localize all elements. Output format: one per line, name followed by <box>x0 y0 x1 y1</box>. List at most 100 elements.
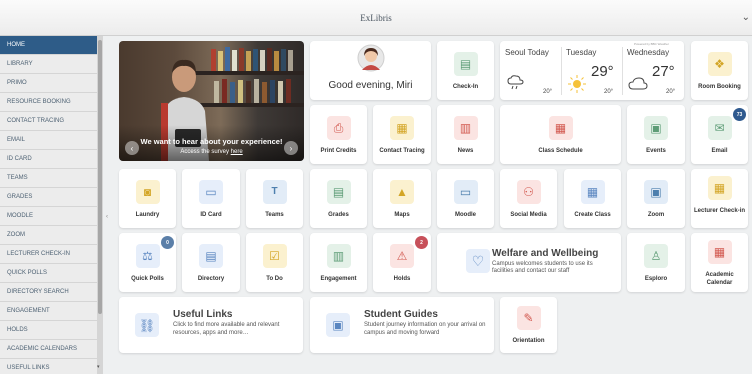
book <box>246 51 251 71</box>
nav-item-engagement[interactable]: ENGAGEMENT <box>0 302 97 321</box>
nav-item-library[interactable]: LIBRARY <box>0 55 97 74</box>
nav-item-lecturer-check-in[interactable]: LECTURER CHECK-IN <box>0 245 97 264</box>
tile-laundry[interactable]: ◙ Laundry <box>119 169 176 228</box>
nav-item-resource-booking[interactable]: RESOURCE BOOKING <box>0 93 97 112</box>
tile-label: Maps <box>394 212 410 218</box>
survey-carousel[interactable]: We want to hear about your experience! A… <box>119 41 304 161</box>
book <box>230 82 235 103</box>
tile-label: Social Media <box>510 212 547 218</box>
tile-check-in[interactable]: ▤ Check-In <box>437 41 494 100</box>
tile-moodle[interactable]: ▭ Moodle <box>437 169 494 228</box>
nav-item-id-card[interactable]: ID CARD <box>0 150 97 169</box>
nav-item-quick-polls[interactable]: QUICK POLLS <box>0 264 97 283</box>
teams-icon: T <box>262 180 287 204</box>
nav-item-academic-calendars[interactable]: ACADEMIC CALENDARS <box>0 340 97 359</box>
tile-academic-calendar[interactable]: ▦ Academic Calendar <box>691 233 748 292</box>
tile-teams[interactable]: T Teams <box>246 169 303 228</box>
book <box>260 50 265 71</box>
nav-item-primo[interactable]: PRIMO <box>0 74 97 93</box>
collapse-sidebar-icon[interactable]: ‹ <box>106 214 108 220</box>
tile-room-booking[interactable]: ❖ Room Booking <box>691 41 748 100</box>
carousel-next-button[interactable]: › <box>284 141 298 155</box>
book <box>288 50 293 71</box>
tile-label: Laundry <box>135 212 160 218</box>
guide-book-icon: ▣ <box>326 313 350 337</box>
tile-social-media[interactable]: ⚇ Social Media <box>500 169 557 228</box>
tile-news[interactable]: ▥ News <box>437 105 494 164</box>
tile-grades[interactable]: ▤ Grades <box>310 169 367 228</box>
tile-email[interactable]: ✉ Email 73 <box>691 105 748 164</box>
tile-label: Directory <box>197 276 225 282</box>
nav-item-holds[interactable]: HOLDS <box>0 321 97 340</box>
nav-item-home[interactable]: HOME <box>0 36 97 55</box>
video-camera-icon: ▣ <box>644 180 668 204</box>
tile-events[interactable]: ▣ Events <box>627 105 685 164</box>
survey-link[interactable]: here <box>231 149 243 155</box>
tile-orientation[interactable]: ✎ Orientation <box>500 297 557 353</box>
tile-label: Room Booking <box>698 84 741 90</box>
nav-item-grades[interactable]: GRADES <box>0 188 97 207</box>
tile-quick-polls[interactable]: ⚖ Quick Polls 0 <box>119 233 176 292</box>
tile-label: Lecturer Check-in <box>693 208 745 214</box>
social-media-icon: ⚇ <box>516 180 541 204</box>
tile-holds[interactable]: ⚠ Holds 2 <box>373 233 431 292</box>
book <box>239 48 244 71</box>
tile-engagement[interactable]: ▥ Engagement <box>310 233 367 292</box>
avatar <box>357 44 385 72</box>
tile-welfare-wellbeing[interactable]: ♡ Welfare and Wellbeing Campus welcomes … <box>437 233 621 292</box>
nav-item-moodle[interactable]: MOODLE <box>0 207 97 226</box>
subcaption-text: Access the survey <box>180 149 231 155</box>
tile-label: ID Card <box>200 212 222 218</box>
events-calendar-icon: ▣ <box>644 116 668 140</box>
holds-count-badge: 2 <box>415 236 428 249</box>
tile-label: Class Schedule <box>538 148 583 154</box>
carousel-caption: We want to hear about your experience! <box>140 137 283 146</box>
warning-icon: ⚠ <box>390 244 414 268</box>
scroll-down-arrow-icon[interactable]: ▾ <box>97 364 100 370</box>
nav-item-directory-search[interactable]: DIRECTORY SEARCH <box>0 283 97 302</box>
sidebar-scrollbar-thumb[interactable] <box>98 40 102 314</box>
map-icon: ▲ <box>390 180 414 204</box>
tile-esploro[interactable]: ♙ Esploro <box>627 233 685 292</box>
carousel-prev-button[interactable]: ‹ <box>125 141 139 155</box>
academic-calendar-icon: ▦ <box>707 240 732 264</box>
carousel-subcaption: Access the survey here <box>119 149 304 155</box>
tile-label: Grades <box>328 212 349 218</box>
tile-useful-links[interactable]: ⛓ Useful Links Click to find more availa… <box>119 297 303 353</box>
tile-maps[interactable]: ▲ Maps <box>373 169 431 228</box>
tile-to-do[interactable]: ☑ To Do <box>246 233 303 292</box>
nav-item-zoom[interactable]: ZOOM <box>0 226 97 245</box>
newspaper-icon: ▥ <box>453 116 478 140</box>
book <box>270 80 275 103</box>
tile-create-class[interactable]: ▦ Create Class <box>564 169 621 228</box>
tile-label: Print Credits <box>320 148 357 154</box>
book <box>218 51 223 71</box>
tile-class-schedule[interactable]: ▦ Class Schedule <box>500 105 621 164</box>
poll-icon: ⚖ <box>135 244 160 268</box>
tile-print-credits[interactable]: ⎙ Print Credits <box>310 105 367 164</box>
nav-item-contact-tracing[interactable]: CONTACT TRACING <box>0 112 97 131</box>
tile-student-guides[interactable]: ▣ Student Guides Student journey informa… <box>310 297 494 353</box>
cloud-icon <box>628 77 648 90</box>
book <box>238 80 243 103</box>
chevron-down-icon[interactable]: ⌄ <box>742 12 750 23</box>
tile-label: Contact Tracing <box>379 148 425 154</box>
tile-lecturer-check-in[interactable]: ▦ Lecturer Check-in <box>691 169 748 228</box>
nav-item-email[interactable]: EMAIL <box>0 131 97 150</box>
tile-label: Teams <box>265 212 284 218</box>
tile-zoom[interactable]: ▣ Zoom <box>627 169 685 228</box>
student-guides-title: Student Guides <box>364 309 438 320</box>
weather-tile[interactable]: Seoul Today Tuesday Wednesday Powered by… <box>500 41 684 100</box>
brand-logo: ExLibris <box>360 13 392 23</box>
nav-item-teams[interactable]: TEAMS <box>0 169 97 188</box>
nav-item-useful-links[interactable]: USEFUL LINKS <box>0 359 97 374</box>
tile-id-card[interactable]: ▭ ID Card <box>182 169 240 228</box>
tile-label: Zoom <box>647 212 665 218</box>
polls-count-badge: 0 <box>161 236 174 249</box>
link-icon: ⛓ <box>135 313 159 337</box>
qr-code-icon: ▦ <box>390 116 414 140</box>
check-in-icon: ▤ <box>453 52 478 76</box>
tile-directory[interactable]: ▤ Directory <box>182 233 240 292</box>
tile-contact-tracing[interactable]: ▦ Contact Tracing <box>373 105 431 164</box>
greeting-text: Good evening, Miri <box>328 80 413 91</box>
